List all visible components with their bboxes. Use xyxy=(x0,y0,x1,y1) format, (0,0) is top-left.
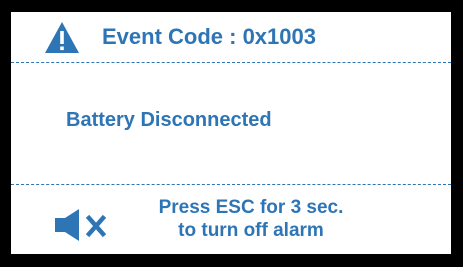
esc-hint-line-1: Press ESC for 3 sec. xyxy=(158,197,344,218)
esc-hint: Press ESC for 3 sec. to turn off alarm xyxy=(121,196,381,242)
esc-hint-line-2: to turn off alarm xyxy=(178,220,324,241)
dialog-header: Event Code : 0x1003 xyxy=(11,12,451,62)
alarm-dialog-frame: Event Code : 0x1003 Battery Disconnected… xyxy=(0,0,463,267)
header-divider xyxy=(11,62,451,63)
warning-icon xyxy=(45,22,79,53)
alarm-message: Battery Disconnected xyxy=(66,109,272,131)
footer-divider xyxy=(11,184,451,185)
alarm-dialog: Event Code : 0x1003 Battery Disconnected… xyxy=(11,12,451,254)
event-code-label: Event Code : 0x1003 xyxy=(102,24,316,49)
mute-speaker-icon xyxy=(55,209,107,241)
